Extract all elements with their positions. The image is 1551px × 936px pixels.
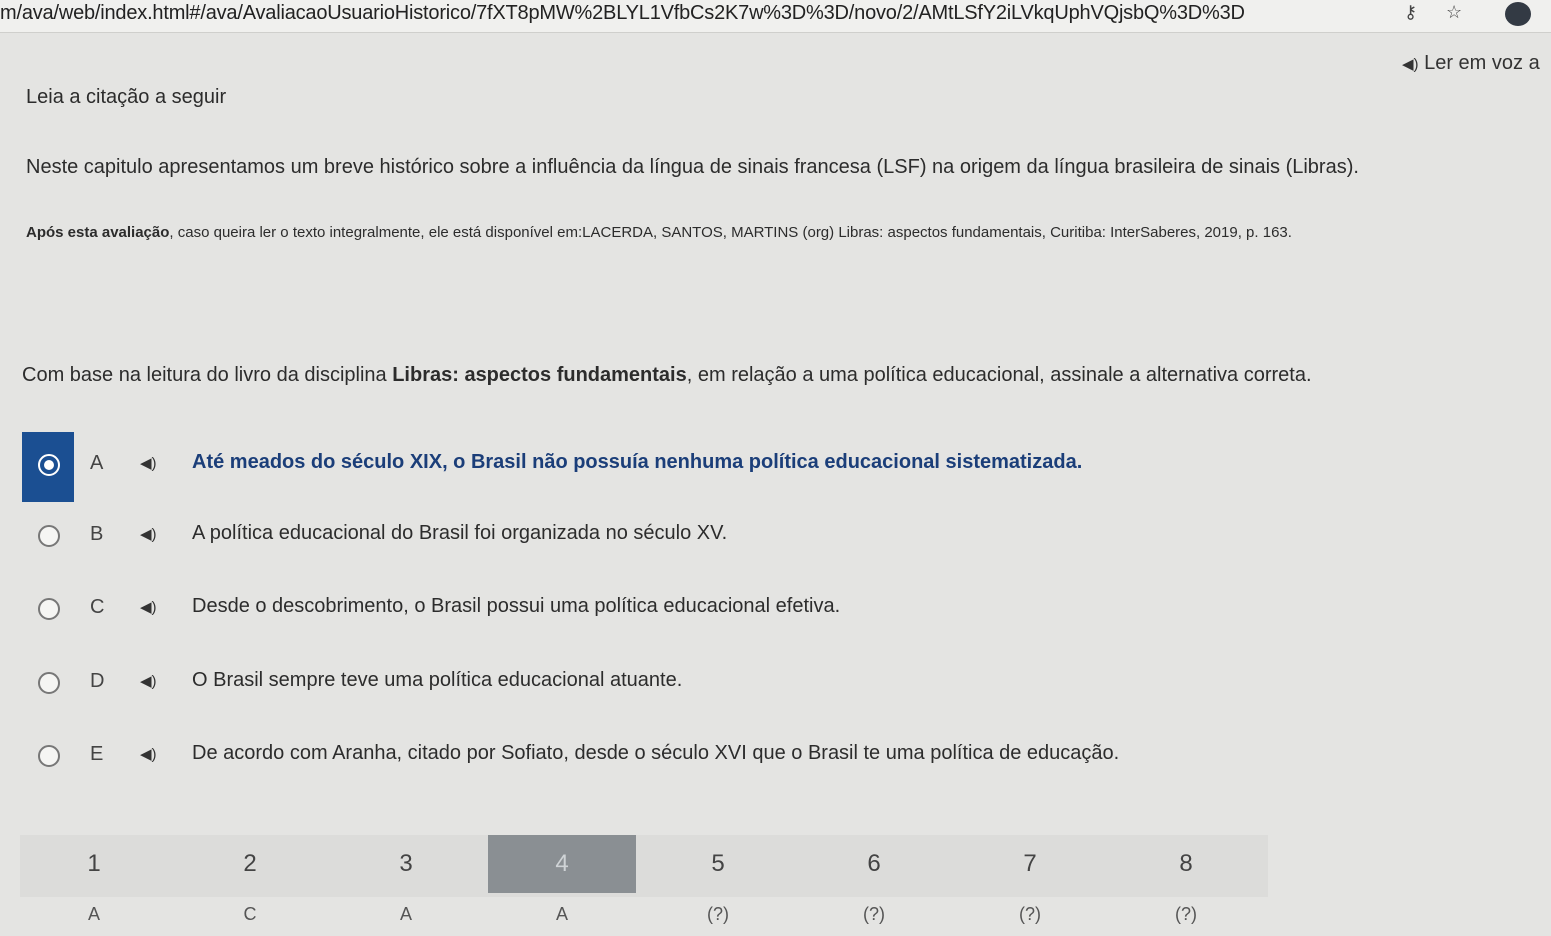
question-pager: 12345678 xyxy=(20,835,1268,897)
option-radio[interactable] xyxy=(38,598,60,620)
browser-address-bar[interactable]: m/ava/web/index.html#/ava/AvaliacaoUsuar… xyxy=(0,0,1551,33)
option-a[interactable]: A ◀︎) Até meados do século XIX, o Brasil n… xyxy=(22,432,1532,502)
option-letter: B xyxy=(90,523,104,545)
page-button-8[interactable]: 8 xyxy=(1112,835,1260,893)
read-aloud-label: Ler em voz a xyxy=(1424,52,1540,74)
source-bold: Após esta avaliação xyxy=(26,224,170,241)
page-button-3[interactable]: 3 xyxy=(332,835,480,893)
page-answer: (?) xyxy=(1019,904,1041,924)
speaker-icon[interactable]: ◀︎) xyxy=(140,745,157,763)
key-icon[interactable]: ⚷ xyxy=(1404,2,1417,23)
page-button-4[interactable]: 4 xyxy=(488,835,636,893)
url-text[interactable]: m/ava/web/index.html#/ava/AvaliacaoUsuar… xyxy=(0,2,1245,25)
speaker-icon[interactable]: ◀︎) xyxy=(140,454,157,472)
page-button-7[interactable]: 7 xyxy=(956,835,1104,893)
page-answer: A xyxy=(555,904,568,924)
option-letter: E xyxy=(90,743,104,765)
option-letter: D xyxy=(90,670,105,692)
question-source: Após esta avaliação, caso queira ler o t… xyxy=(26,224,1292,241)
question-prompt: Com base na leitura do livro da discipli… xyxy=(22,364,1312,387)
option-d[interactable]: D ◀︎) O Brasil sempre teve uma política ed… xyxy=(22,650,1532,718)
page-answer: (?) xyxy=(1175,904,1197,924)
option-letter: C xyxy=(90,596,105,618)
prompt-bold: Libras: aspectos fundamentais xyxy=(392,364,687,386)
speaker-icon[interactable]: ◀︎) xyxy=(140,672,157,690)
page-button-1[interactable]: 1 xyxy=(20,835,168,893)
source-rest: , caso queira ler o texto integralmente,… xyxy=(169,224,1292,241)
option-radio[interactable] xyxy=(38,745,60,767)
page-answer: (?) xyxy=(863,904,885,924)
option-b[interactable]: B ◀︎) A política educacional do Brasil foi… xyxy=(22,503,1532,571)
speaker-icon: ◀︎) xyxy=(1402,56,1419,73)
prompt-post: , em relação a uma política educacional,… xyxy=(686,364,1312,386)
speaker-icon[interactable]: ◀︎) xyxy=(140,598,157,616)
question-quote: Neste capitulo apresentamos um breve his… xyxy=(26,156,1359,178)
option-text: O Brasil sempre teve uma política educac… xyxy=(192,669,683,691)
page-answer: C xyxy=(243,904,257,924)
page-button-5[interactable]: 5 xyxy=(644,835,792,893)
option-text: Desde o descobrimento, o Brasil possui u… xyxy=(192,595,841,617)
speaker-icon[interactable]: ◀︎) xyxy=(140,525,157,543)
option-letter: A xyxy=(90,452,104,474)
option-radio[interactable] xyxy=(38,672,60,694)
page-button-2[interactable]: 2 xyxy=(176,835,324,893)
page-button-6[interactable]: 6 xyxy=(800,835,948,893)
option-text: Até meados do século XIX, o Brasil não p… xyxy=(192,451,1083,473)
page-answer: (?) xyxy=(707,904,729,924)
option-e[interactable]: E ◀︎) De acordo com Aranha, citado por Sof… xyxy=(22,723,1532,791)
option-text: De acordo com Aranha, citado por Sofiato… xyxy=(192,742,1120,764)
question-lead: Leia a citação a seguir xyxy=(26,86,227,108)
avatar[interactable] xyxy=(1505,2,1531,26)
star-icon[interactable]: ☆ xyxy=(1446,2,1462,23)
page-answer: A xyxy=(399,904,412,924)
page-answer: A xyxy=(87,904,100,924)
prompt-pre: Com base na leitura do livro da discipli… xyxy=(22,364,393,386)
option-radio[interactable] xyxy=(38,525,60,547)
option-text: A política educacional do Brasil foi org… xyxy=(192,522,728,544)
read-aloud-button[interactable]: ◀︎) Ler em voz a xyxy=(1402,52,1540,75)
option-c[interactable]: C ◀︎) Desde o descobrimento, o Brasil poss… xyxy=(22,576,1532,644)
option-radio[interactable] xyxy=(38,454,60,476)
